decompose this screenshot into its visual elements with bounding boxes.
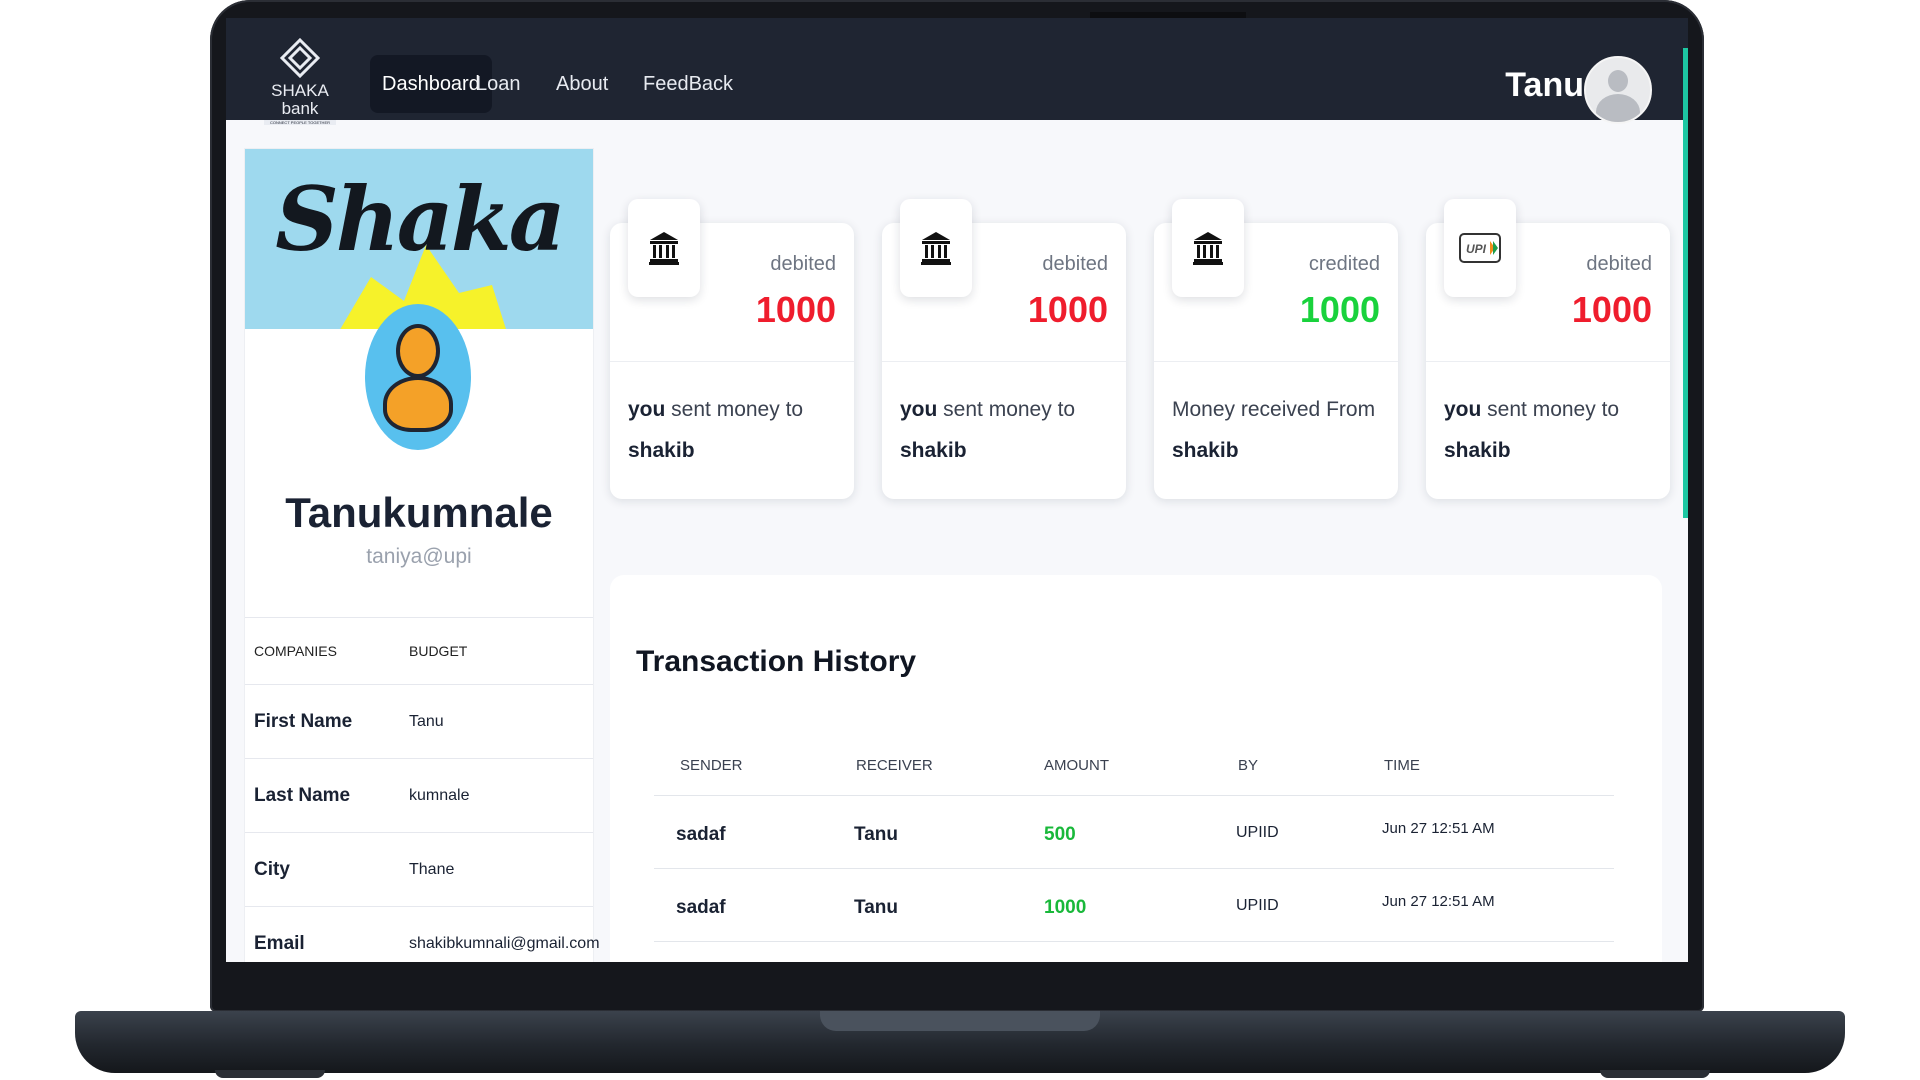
banner-brand-text: Shaka [275,167,566,271]
info-key: Email [254,932,305,954]
nav-loan[interactable]: Loan [464,55,533,113]
history-table-header: SENDER RECEIVER AMOUNT BY TIME [654,745,1614,796]
cell-sender: sadaf [676,897,726,918]
transaction-history-card: Transaction History SENDER RECEIVER AMOU… [610,575,1662,962]
transaction-amount: 1000 [1571,289,1652,330]
info-row-first-name: First Name Tanu [245,684,593,758]
history-table: SENDER RECEIVER AMOUNT BY TIME sadaf Tan… [654,745,1614,942]
bank-icon [1172,199,1244,297]
upi-icon: UPI [1444,199,1516,297]
desc-mid: sent money to [937,398,1076,421]
profile-upi-id: taniya@upi [366,545,472,568]
cell-time: Jun 27 12:51 AM [1382,893,1495,910]
user-avatar[interactable] [1584,56,1652,124]
desc-prefix: you [628,398,666,421]
transaction-description: you sent money to shakib [1444,389,1656,471]
cell-time: Jun 27 12:51 AM [1382,820,1495,837]
transaction-status: debited [770,253,836,275]
brand-name: SHAKA bank [271,81,329,118]
transaction-card[interactable]: debited 1000 you sent money to shakib [610,199,854,499]
cell-amount: 1000 [1044,897,1087,918]
cell-by: UPIID [1236,824,1279,841]
info-row-city: City Thane [245,832,593,906]
desc-target: shakib [1172,439,1239,462]
user-name[interactable]: Tanu [1505,66,1584,105]
column-header-receiver: RECEIVER [856,757,933,774]
column-header-amount: AMOUNT [1044,757,1109,774]
transaction-description: Money received From shakib [1172,389,1384,471]
transaction-amount: 1000 [1027,289,1108,330]
cell-sender: sadaf [676,824,726,845]
transaction-amount: 1000 [755,289,836,330]
cell-receiver: Tanu [854,897,898,918]
brand-logo[interactable]: SHAKA bank CONNECT PEOPLE TOGETHER [260,38,340,125]
laptop-foot-left [215,1070,325,1078]
info-table-header: COMPANIES BUDGET [245,617,593,684]
transaction-status: debited [1586,253,1652,275]
info-value: shakibkumnali@gmail.com [409,934,600,952]
info-row-email: Email shakibkumnali@gmail.com [245,906,600,962]
profile-card: Shaka Tanukumnale taniya@upi COMPANIES B… [244,148,600,962]
info-value: Tanu [409,712,444,730]
avatar-body [383,376,453,432]
profile-avatar [365,304,471,450]
nav-feedback[interactable]: FeedBack [631,55,745,113]
transaction-status: credited [1308,253,1380,275]
desc-target: shakib [900,439,967,462]
cell-receiver: Tanu [854,824,898,845]
transaction-amount: 1000 [1299,289,1380,330]
info-value: Thane [409,860,455,878]
diamond-logo-icon [280,38,320,78]
info-key: Last Name [254,784,351,806]
column-header-by: BY [1238,757,1259,774]
cell-amount: 500 [1044,824,1076,845]
transaction-description: you sent money to shakib [900,389,1112,471]
desc-prefix: you [1444,398,1482,421]
card-divider [882,361,1126,362]
card-divider [1154,361,1398,362]
info-key: City [254,858,290,880]
card-divider [1426,361,1670,362]
transaction-card[interactable]: UPI debited 1000 you sent money to shaki… [1426,199,1670,499]
info-value: kumnale [409,786,470,804]
transaction-card[interactable]: credited 1000 Money received From shakib [1154,199,1398,499]
table-row[interactable]: sadaf Tanu 1000 UPIID Jun 27 12:51 AM [654,869,1614,942]
desc-mid: sent money to [1481,398,1620,421]
transaction-card[interactable]: debited 1000 you sent money to shakib [882,199,1126,499]
desc-target: shakib [628,439,695,462]
desc-prefix: you [900,398,938,421]
history-title: Transaction History [636,645,917,678]
transaction-status: debited [1042,253,1108,275]
navbar: SHAKA bank CONNECT PEOPLE TOGETHER Dashb… [226,18,1688,125]
profile-name: Tanukumnale [285,489,553,536]
nav-about[interactable]: About [544,55,620,113]
card-divider [610,361,854,362]
laptop-foot-right [1600,1070,1710,1078]
avatar-shoulders [1596,94,1640,122]
info-key: First Name [254,710,353,732]
avatar-head [1608,70,1628,92]
profile-info-table: COMPANIES BUDGET First Name Tanu Last Na… [245,617,600,962]
info-row-last-name: Last Name kumnale [245,758,593,832]
info-header-key: COMPANIES [254,643,337,659]
column-header-time: TIME [1384,757,1420,774]
desc-target: shakib [1444,439,1511,462]
info-header-value: BUDGET [409,643,468,659]
table-row[interactable]: sadaf Tanu 500 UPIID Jun 27 12:51 AM [654,796,1614,869]
bank-icon [628,199,700,297]
profile-banner: Shaka [245,149,593,329]
cell-by: UPIID [1236,897,1279,914]
transaction-description: you sent money to shakib [628,389,840,471]
laptop-opening-lip [820,1011,1100,1031]
upi-logo-text: UPI [1466,242,1487,256]
app-screen: SHAKA bank CONNECT PEOPLE TOGETHER Dashb… [226,18,1688,962]
brand-tagline: CONNECT PEOPLE TOGETHER [264,120,336,125]
bank-icon [900,199,972,297]
avatar-head [396,324,440,378]
desc-mid: sent money to [665,398,804,421]
desc-mid: Money received From [1172,398,1376,421]
column-header-sender: SENDER [680,757,743,774]
accent-edge [1683,48,1688,518]
